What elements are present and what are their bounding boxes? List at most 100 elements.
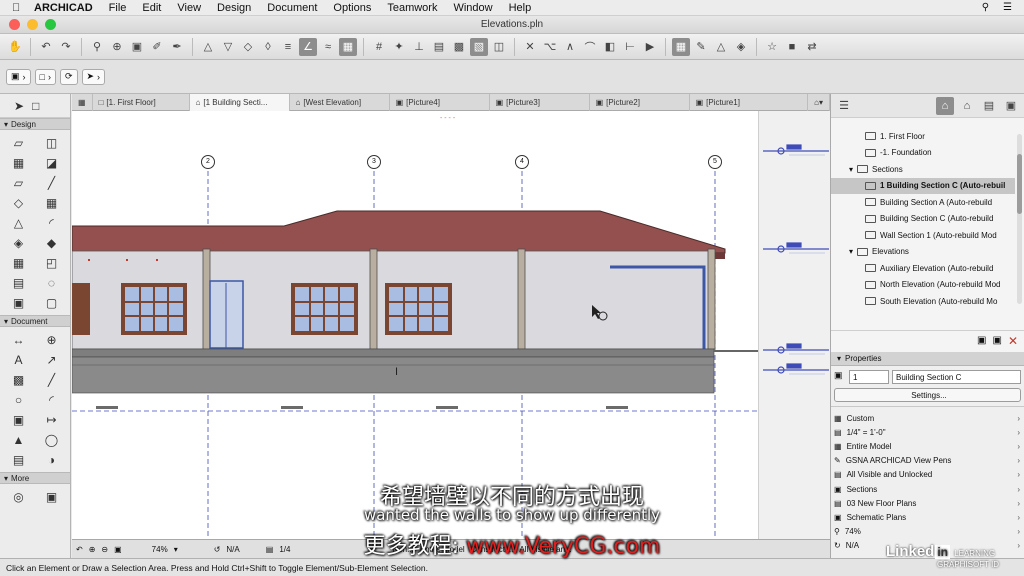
eyedropper-icon[interactable]: ✐ — [148, 38, 166, 56]
mesh-tool-icon[interactable]: ◈ — [2, 234, 35, 251]
layer-down-icon[interactable]: ▽ — [219, 38, 237, 56]
snap-guide-icon[interactable]: ≈ — [319, 38, 337, 56]
tree-item-building-section-c[interactable]: Building Section C (Auto-rebuild — [831, 211, 1015, 228]
menu-document[interactable]: Document — [259, 2, 325, 14]
tree-group-elevations[interactable]: ▾ Elevations — [831, 244, 1015, 261]
rotate-marquee-button[interactable]: ⟳ — [59, 68, 78, 85]
level-dimension-icon[interactable]: ⊕ — [35, 331, 68, 348]
worksheet-tool-icon[interactable]: ▤ — [2, 451, 35, 468]
dimension-tool-icon[interactable]: ↔ — [2, 331, 35, 348]
intersect-icon[interactable]: ∧ — [561, 38, 579, 56]
notification-center-icon[interactable]: ☰ — [1003, 2, 1012, 13]
tab-overview[interactable]: ▦ — [72, 93, 93, 111]
line-weight-icon[interactable]: ≡ — [279, 38, 297, 56]
suspend-groups-icon[interactable]: ◫ — [490, 38, 508, 56]
view-id-field[interactable]: 1 — [849, 370, 889, 384]
roof-tool-icon[interactable]: △ — [2, 214, 35, 231]
layer-up-icon[interactable]: △ — [199, 38, 217, 56]
teamwork-icon[interactable]: ■ — [783, 38, 801, 56]
offset-icon[interactable]: ⊥ — [410, 38, 428, 56]
save-view-icon[interactable]: ▣ — [992, 335, 1001, 346]
lamp-tool-icon[interactable]: ◌ — [35, 274, 68, 291]
stair-tool-icon[interactable]: ▦ — [35, 194, 68, 211]
trace-icon[interactable]: ▧ — [470, 37, 488, 56]
view-map-icon[interactable]: ⌂ — [958, 97, 976, 115]
spotlight-search-icon[interactable]: ⚲ — [982, 2, 989, 13]
grid-bubble[interactable]: 2 — [201, 155, 215, 169]
favorites-icon[interactable]: ☆ — [763, 38, 781, 56]
detail-tool-icon[interactable]: ◯ — [35, 431, 68, 448]
prop-row-custom[interactable]: ▦ Custom › — [831, 411, 1024, 425]
syringe-icon[interactable]: ✒ — [168, 38, 186, 56]
grid-bubble[interactable]: 4 — [515, 155, 529, 169]
pen-set-icon[interactable]: ✎ — [692, 38, 710, 56]
prop-row-structure[interactable]: ▦ Entire Model › — [831, 439, 1024, 453]
tab-picture1[interactable]: ▣ [Picture1] — [690, 93, 809, 111]
prop-row-scale[interactable]: ▤ 1/4" = 1'-0" › — [831, 425, 1024, 439]
zoom-icon[interactable]: ⊕ — [108, 38, 126, 56]
fill-tool-icon[interactable]: ▩ — [2, 371, 35, 388]
menu-file[interactable]: File — [101, 2, 135, 14]
undo-icon[interactable]: ↶ — [37, 38, 55, 56]
navigator-scrollbar[interactable] — [1017, 134, 1022, 304]
tree-item-north-elevation[interactable]: North Elevation (Auto-rebuild Mod — [831, 277, 1015, 294]
menu-design[interactable]: Design — [209, 2, 259, 14]
redo-icon[interactable]: ↷ — [57, 38, 75, 56]
section-tool-icon[interactable]: ↦ — [35, 411, 68, 428]
grid-bubble[interactable]: 3 — [367, 155, 381, 169]
new-view-icon[interactable]: ▣ — [977, 335, 986, 346]
send-receive-icon[interactable]: ⇄ — [803, 38, 821, 56]
zone-tool-icon[interactable]: ◰ — [35, 254, 68, 271]
tab-picture4[interactable]: ▣ [Picture4] — [390, 93, 490, 111]
guide-lines-icon[interactable]: ∠ — [299, 37, 317, 56]
menu-edit[interactable]: Edit — [134, 2, 169, 14]
gravity-icon[interactable]: ▦ — [339, 37, 357, 56]
view-name-field[interactable]: Building Section C — [892, 370, 1021, 384]
tab-first-floor[interactable]: □ [1. First Floor] — [93, 93, 190, 111]
menu-view[interactable]: View — [169, 2, 209, 14]
settings-button[interactable]: Settings... — [834, 388, 1021, 402]
publisher-icon[interactable]: ▣ — [1002, 97, 1020, 115]
curtain-wall-icon[interactable]: ◧ — [601, 38, 619, 56]
wall-tool-icon[interactable]: ▱ — [2, 134, 35, 151]
tab-picture3[interactable]: ▣ [Picture3] — [490, 93, 590, 111]
view-3d-icon[interactable]: △ — [712, 38, 730, 56]
grid-bubble[interactable]: 5 — [708, 155, 722, 169]
line-tool-icon[interactable]: ╱ — [35, 371, 68, 388]
opening-tool-icon[interactable]: ▢ — [35, 294, 68, 311]
arc-tool-icon[interactable]: ◜ — [35, 391, 68, 408]
layout-book-icon[interactable]: ▤ — [980, 97, 998, 115]
railing-tool-icon[interactable]: ▤ — [2, 274, 35, 291]
morph-tool-icon[interactable]: ◆ — [35, 234, 68, 251]
adjust-icon[interactable]: ⌥ — [541, 38, 559, 56]
menu-app[interactable]: ARCHICAD — [26, 2, 101, 14]
renovation-icon[interactable]: ▤ — [430, 38, 448, 56]
magic-wand-icon[interactable]: ✦ — [390, 38, 408, 56]
tree-item-building-section-a[interactable]: Building Section A (Auto-rebuild — [831, 194, 1015, 211]
menu-teamwork[interactable]: Teamwork — [379, 2, 445, 14]
window-tool-icon[interactable]: ▦ — [2, 154, 35, 171]
model-display-icon[interactable]: ▦ — [672, 37, 690, 56]
menu-help[interactable]: Help — [501, 2, 540, 14]
prop-row-pen-set[interactable]: ✎ GSNA ARCHICAD View Pens › — [831, 454, 1024, 468]
navigator-options-icon[interactable]: ☰ — [835, 97, 853, 115]
menu-window[interactable]: Window — [445, 2, 500, 14]
slab-tool-icon[interactable]: ◇ — [2, 194, 35, 211]
circle-tool-icon[interactable]: ○ — [2, 391, 35, 408]
tab-building-section[interactable]: ⌂ [1 Building Secti... — [189, 93, 290, 111]
arrow-tool-button[interactable]: ➤ › — [81, 68, 106, 85]
tree-group-sections[interactable]: ▾ Sections — [831, 161, 1015, 178]
scrollbar-thumb[interactable] — [1017, 154, 1022, 214]
text-tool-icon[interactable]: A — [2, 351, 35, 368]
tree-item-wall-section-1[interactable]: Wall Section 1 (Auto-rebuild Mod — [831, 227, 1015, 244]
toolbox-section-document[interactable]: ▾ Document — [0, 315, 70, 327]
layer-combo-icon[interactable]: ◈ — [732, 38, 750, 56]
tab-picture2[interactable]: ▣ [Picture2] — [590, 93, 690, 111]
selection-method-button[interactable]: ▣ › — [6, 68, 31, 85]
split-icon[interactable]: ✕ — [521, 38, 539, 56]
apple-icon[interactable]:  — [12, 2, 26, 14]
find-select-icon[interactable]: ⚲ — [88, 38, 106, 56]
shell-tool-icon[interactable]: ◜ — [35, 214, 68, 231]
door-tool-icon[interactable]: ◫ — [35, 134, 68, 151]
figure-tool-icon[interactable]: ▣ — [2, 411, 35, 428]
